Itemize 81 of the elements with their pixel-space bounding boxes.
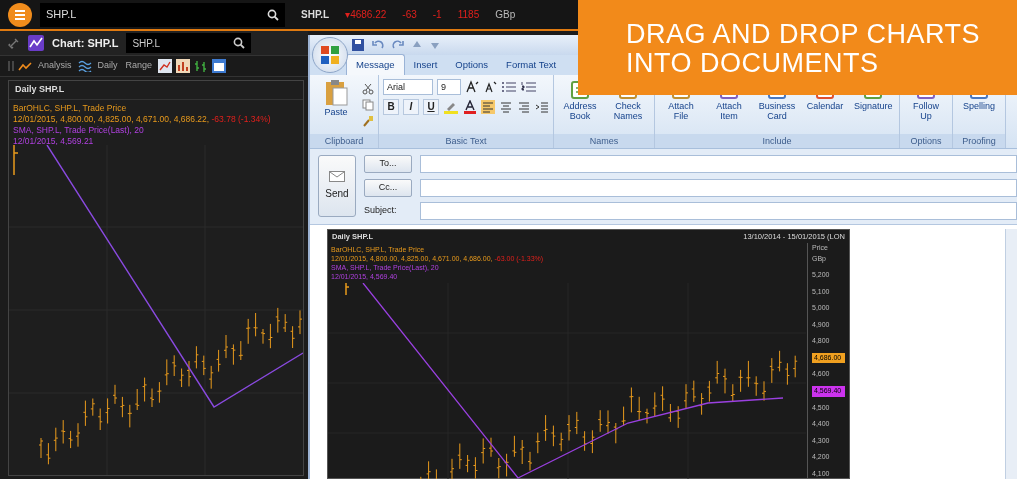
- align-center-icon[interactable]: [499, 100, 513, 114]
- ribbon-button[interactable]: Attach File: [659, 101, 703, 121]
- waves-icon[interactable]: [77, 60, 92, 72]
- menu-icon[interactable]: [8, 2, 32, 27]
- bullets-icon[interactable]: [501, 81, 517, 93]
- group-label: Include: [655, 134, 899, 148]
- ohlc-icon[interactable]: [194, 59, 209, 73]
- ribbon-button[interactable]: Signature: [851, 101, 895, 111]
- legend-line: BarOHLC, SHP.L, Trade Price: [13, 102, 128, 114]
- banner-text: INTO DOCUMENTS: [626, 49, 880, 78]
- shrink-font-icon[interactable]: [483, 80, 497, 94]
- copy-icon[interactable]: [362, 99, 374, 111]
- format-button[interactable]: B: [383, 99, 399, 115]
- trend-line-icon: [18, 61, 32, 71]
- ribbon-button[interactable]: Check Names: [606, 101, 650, 121]
- envelope-icon: [329, 171, 345, 182]
- ribbon-button[interactable]: Spelling: [957, 101, 1001, 111]
- chart-line-icon: [28, 35, 44, 51]
- toolbar-dropdown[interactable]: Range: [123, 59, 155, 73]
- address-button[interactable]: To...: [364, 155, 412, 173]
- save-icon[interactable]: [352, 39, 364, 51]
- legend-line: SMA, SHP.L, Trade Price(Last), 20: [13, 124, 145, 136]
- input-field[interactable]: [420, 178, 1017, 197]
- format-button[interactable]: U: [423, 99, 439, 115]
- subject-label: Subject:: [364, 204, 398, 218]
- quote-value: ▾4686.22: [345, 8, 387, 22]
- grip-icon: [8, 60, 14, 72]
- group-label: Clipboard: [310, 134, 378, 148]
- legend-line: 12/01/2015, 4,569.21: [13, 135, 95, 145]
- group-label: Basic Text: [379, 134, 553, 148]
- ribbon-tab[interactable]: Insert: [404, 54, 447, 75]
- format-button[interactable]: I: [403, 99, 419, 115]
- quote-currency: GBp: [495, 8, 516, 22]
- bar-chart-icon[interactable]: [176, 59, 191, 73]
- line-chart-icon[interactable]: [158, 59, 173, 73]
- font-name-field[interactable]: Arial: [383, 79, 433, 95]
- clipboard-icon: [324, 79, 348, 107]
- font-size-field[interactable]: 9: [437, 79, 461, 95]
- link-icon[interactable]: [8, 37, 20, 49]
- undo-icon[interactable]: [372, 39, 384, 51]
- toolbar-dropdown[interactable]: Daily: [95, 59, 120, 73]
- ribbon-tab[interactable]: Format Text: [497, 54, 566, 75]
- paste-button[interactable]: Paste: [314, 107, 358, 117]
- group-label: Options: [900, 134, 952, 148]
- align-right-icon[interactable]: [517, 100, 531, 114]
- ribbon-button[interactable]: Business Card: [755, 101, 799, 121]
- input-field[interactable]: [420, 155, 1017, 173]
- search-icon[interactable]: [233, 37, 246, 49]
- ribbon-button[interactable]: Attach Item: [707, 101, 751, 121]
- quote-value: 1185: [457, 8, 480, 22]
- font-color-icon[interactable]: [463, 100, 477, 114]
- chart-heading: Daily SHP.L: [9, 81, 303, 100]
- indent-icon[interactable]: [535, 100, 549, 114]
- send-button[interactable]: Send: [318, 155, 356, 217]
- legend-line: 12/01/2015, 4,800.00, 4,825.00, 4,671.00, 4,686.22, -63.78 (-1.34%): [13, 113, 272, 125]
- ribbon-button[interactable]: Calendar: [803, 101, 847, 111]
- redo-icon[interactable]: [392, 39, 404, 51]
- grow-font-icon[interactable]: [465, 80, 479, 94]
- quote-value: -63: [402, 8, 417, 22]
- input-field[interactable]: [420, 202, 1017, 220]
- ribbon-button[interactable]: Follow Up: [904, 101, 948, 121]
- search-field[interactable]: SHP.L: [40, 2, 285, 27]
- ribbon-button[interactable]: Address Book: [558, 101, 602, 121]
- search-icon[interactable]: [267, 8, 279, 21]
- quote-value: -1: [432, 8, 442, 22]
- brush-icon[interactable]: [362, 115, 374, 127]
- quote-symbol: SHP.L: [301, 8, 330, 22]
- chart-title: Chart: SHP.L: [52, 35, 119, 51]
- office-logo-icon: [321, 46, 339, 64]
- ribbon-tab[interactable]: Options: [446, 54, 498, 75]
- group-label: Names: [554, 134, 654, 148]
- toolbar-dropdown[interactable]: Analysis: [36, 59, 74, 73]
- ribbon-tab[interactable]: Message: [346, 53, 405, 75]
- group-label: Proofing: [953, 134, 1005, 148]
- address-button[interactable]: Cc...: [364, 178, 412, 197]
- scrollbar[interactable]: [1005, 229, 1017, 479]
- symbol-field[interactable]: SHP.L: [126, 33, 252, 53]
- scissors-icon[interactable]: [362, 83, 374, 95]
- numbering-icon[interactable]: [521, 81, 537, 93]
- banner-text: DRAG AND DROP CHARTS: [626, 20, 982, 49]
- window-icon[interactable]: [212, 59, 227, 73]
